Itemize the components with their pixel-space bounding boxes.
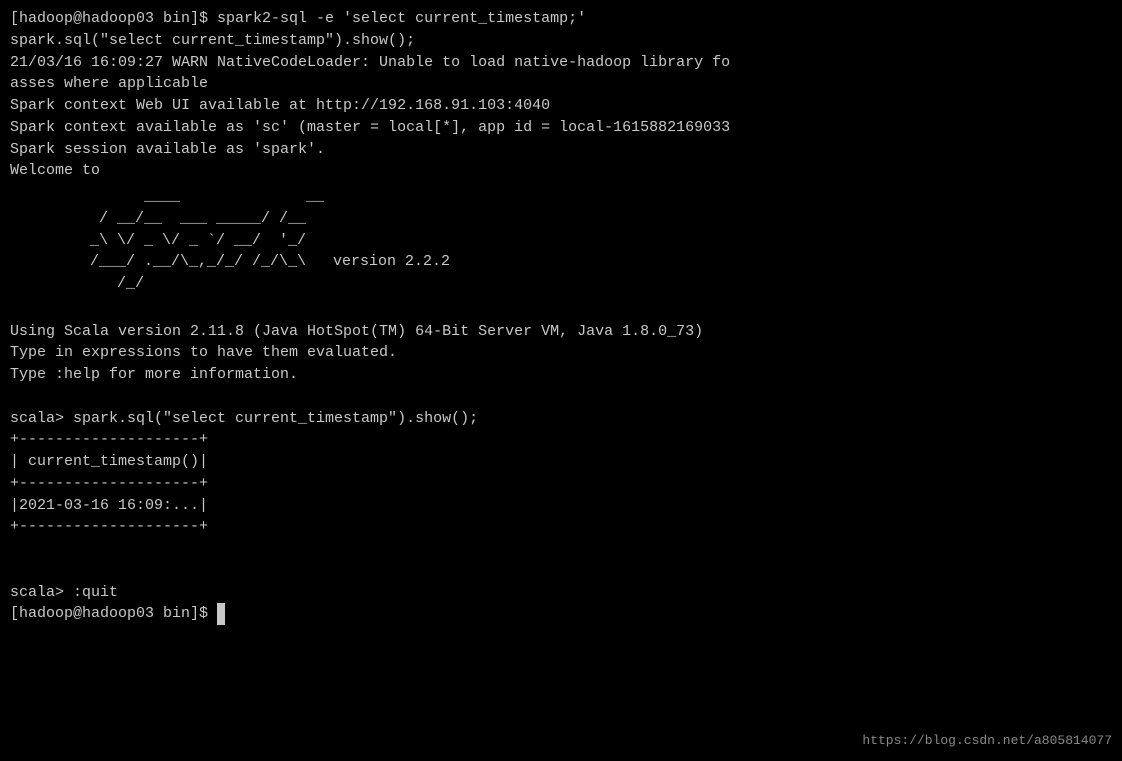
ascii-line-5: /_/ <box>90 273 1112 295</box>
table-border-1: +--------------------+ <box>10 429 1112 451</box>
spark-ascii-art: ____ __ / __/__ ___ _____/ /__ _\ \/ _ \… <box>50 186 1112 295</box>
scala-prompt: scala> spark.sql("select current_timesta… <box>10 408 1112 430</box>
type-help: Type :help for more information. <box>10 364 1112 386</box>
empty-1 <box>10 299 1112 321</box>
webui-line: Spark context Web UI available at http:/… <box>10 95 1112 117</box>
show-line: spark.sql("select current_timestamp").sh… <box>10 30 1112 52</box>
table-border-3: +--------------------+ <box>10 516 1112 538</box>
sc-line: Spark context available as 'sc' (master … <box>10 117 1112 139</box>
table-value: |2021-03-16 16:09:...| <box>10 495 1112 517</box>
empty-2 <box>10 386 1112 408</box>
welcome-line: Welcome to <box>10 160 1112 182</box>
asses-line: asses where applicable <box>10 73 1112 95</box>
type-expressions: Type in expressions to have them evaluat… <box>10 342 1112 364</box>
empty-4 <box>10 560 1112 582</box>
watermark: https://blog.csdn.net/a805814077 <box>862 732 1112 751</box>
ascii-line-4: /___/ .__/\_,_/_/ /_/\_\ version 2.2.2 <box>90 251 1112 273</box>
final-prompt: [hadoop@hadoop03 bin]$ <box>10 603 1112 625</box>
command-line: [hadoop@hadoop03 bin]$ spark2-sql -e 'se… <box>10 8 1112 30</box>
ascii-line-2: / __/__ ___ _____/ /__ <box>90 208 1112 230</box>
ascii-line-3: _\ \/ _ \/ _ `/ __/ '_/ <box>90 230 1112 252</box>
session-line: Spark session available as 'spark'. <box>10 139 1112 161</box>
ascii-line-1: ____ __ <box>90 186 1112 208</box>
warn-line: 21/03/16 16:09:27 WARN NativeCodeLoader:… <box>10 52 1112 74</box>
quit-command: scala> :quit <box>10 582 1112 604</box>
empty-3 <box>10 538 1112 560</box>
scala-version: Using Scala version 2.11.8 (Java HotSpot… <box>10 321 1112 343</box>
terminal-window: [hadoop@hadoop03 bin]$ spark2-sql -e 'se… <box>0 0 1122 761</box>
table-header: | current_timestamp()| <box>10 451 1112 473</box>
table-border-2: +--------------------+ <box>10 473 1112 495</box>
